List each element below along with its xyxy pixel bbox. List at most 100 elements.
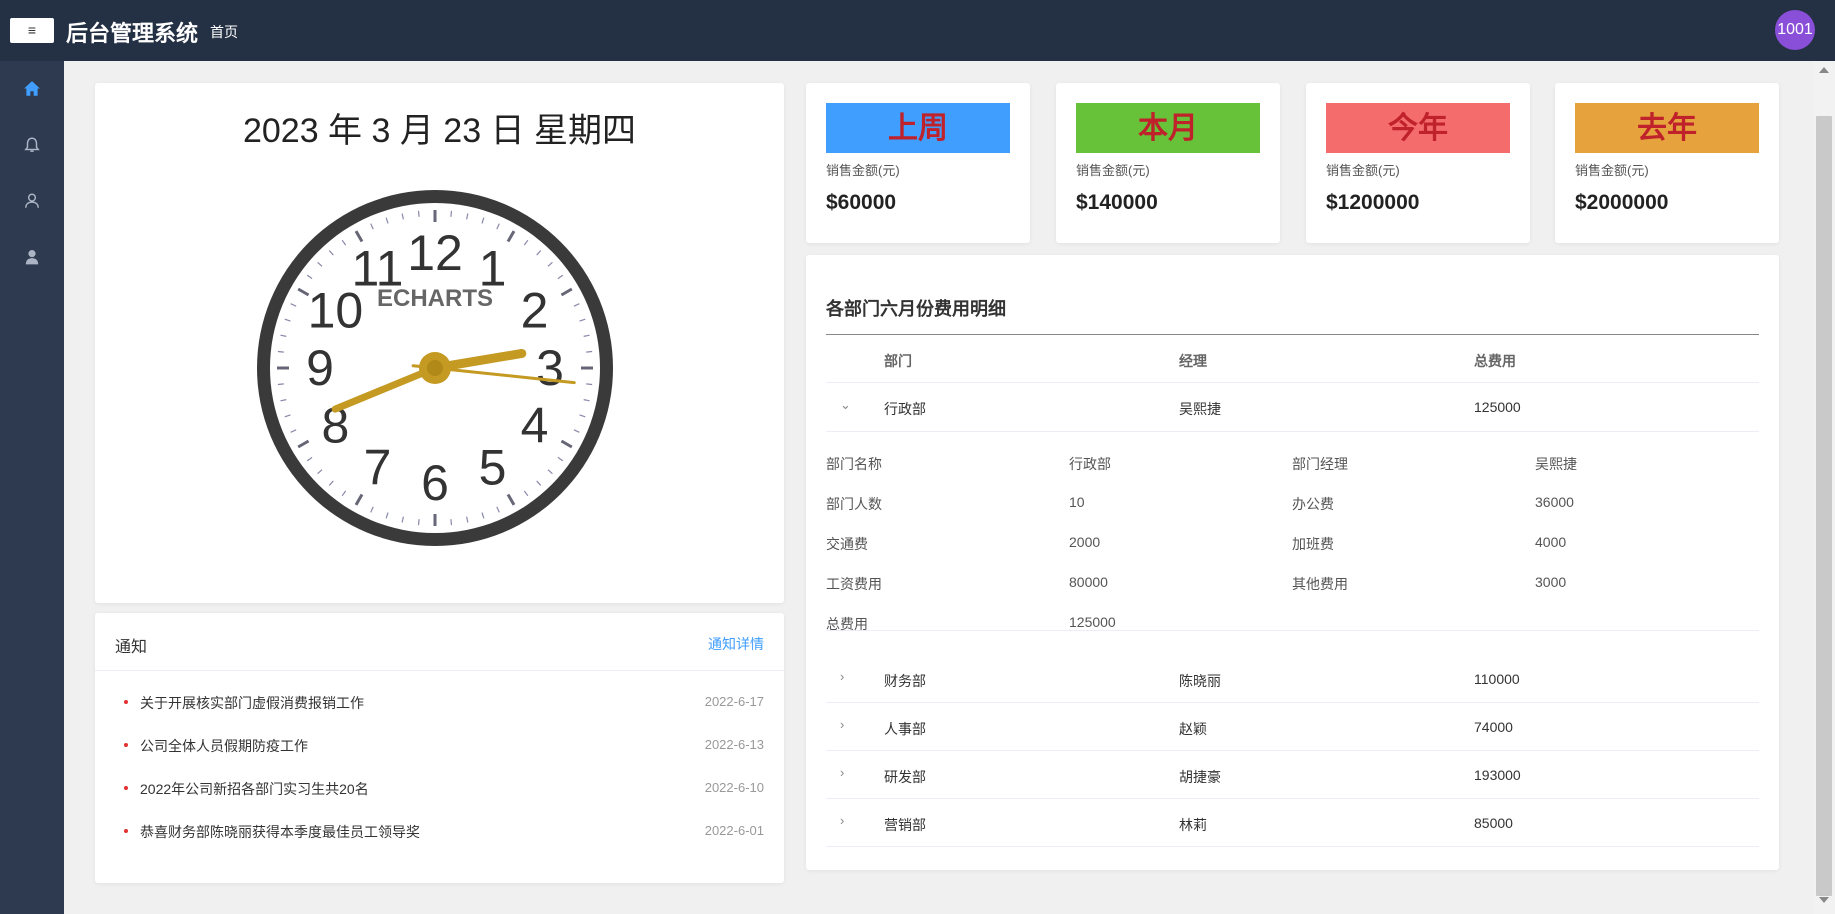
clock-center-dot <box>427 360 443 376</box>
clock-minute-tick <box>586 350 593 353</box>
cell-manager: 林莉 <box>1179 817 1207 833</box>
detail-value: 4000 <box>1535 534 1567 550</box>
clock-numeral: 4 <box>521 398 549 454</box>
stat-label: 销售金额(元) <box>1076 163 1150 178</box>
bullet-dot <box>124 700 128 704</box>
user-filled-icon <box>25 250 39 265</box>
detail-key: 其他费用 <box>1292 576 1348 592</box>
stat-badge: 本月 <box>1076 103 1260 153</box>
detail-value: 2000 <box>1069 534 1101 550</box>
stat-value: $1200000 <box>1326 191 1420 214</box>
cell-total: 74000 <box>1474 719 1513 735</box>
analog-clock: 12 1234567891011 ECHARTS <box>257 190 613 546</box>
bullet-dot <box>124 829 128 833</box>
stat-card-last-year: 去年 销售金额(元) $2000000 <box>1555 83 1779 243</box>
clock-minute-tick <box>277 350 284 353</box>
table-row[interactable]: › 研发部 胡捷豪 193000 <box>826 751 1759 799</box>
detail-value: 吴熙捷 <box>1535 456 1577 472</box>
column-header-dept: 部门 <box>884 353 912 369</box>
table-title: 各部门六月份费用明细 <box>826 299 1006 319</box>
page-scrollbar[interactable] <box>1813 61 1835 914</box>
notice-item[interactable]: 2022年公司新招各部门实习生共20名 2022-6-10 <box>95 779 784 822</box>
bullet-dot <box>124 743 128 747</box>
notice-title: 通知 <box>115 639 148 656</box>
detail-value: 36000 <box>1535 494 1574 510</box>
scroll-down-arrow-icon[interactable] <box>1819 897 1829 903</box>
expanded-details: 部门名称 行政部 部门经理 吴熙捷 部门人数 10 办公费 36000 交通费 … <box>826 431 1759 632</box>
notice-details-link[interactable]: 通知详情 <box>708 634 764 654</box>
home-icon <box>24 81 40 96</box>
detail-key: 交通费 <box>826 536 868 552</box>
clock-numeral: 2 <box>521 283 549 339</box>
detail-key: 工资费用 <box>826 576 882 592</box>
notice-item[interactable]: 恭喜财务部陈晓丽获得本季度最佳员工领导奖 2022-6-01 <box>95 822 784 865</box>
notice-header: 通知 通知详情 <box>95 613 784 671</box>
cell-manager: 吴熙捷 <box>1179 401 1221 417</box>
cell-total: 110000 <box>1474 671 1520 687</box>
bell-icon <box>24 137 40 152</box>
detail-value: 10 <box>1069 494 1085 510</box>
column-header-total: 总费用 <box>1474 353 1516 369</box>
cell-total: 85000 <box>1474 815 1513 831</box>
cell-dept: 行政部 <box>884 401 926 417</box>
stat-badge: 上周 <box>826 103 1010 153</box>
stat-label: 销售金额(元) <box>826 163 900 178</box>
detail-key: 加班费 <box>1292 536 1334 552</box>
clock-card: 2023 年 3 月 23 日 星期四 12 1 2 3 4 5 6 7 8 9 10 11 ECHA… <box>95 83 784 603</box>
sidebar <box>0 61 64 914</box>
notice-date: 2022-6-01 <box>704 823 764 838</box>
detail-key: 总费用 <box>826 616 868 632</box>
column-header-manager: 经理 <box>1179 353 1207 369</box>
user-icon <box>25 193 39 208</box>
chevron-right-icon[interactable]: › <box>840 717 844 732</box>
table-row[interactable]: › 人事部 赵颖 74000 <box>826 703 1759 751</box>
clock-numeral: 12 <box>407 225 463 281</box>
stat-value: $140000 <box>1076 191 1158 214</box>
sidebar-item-notifications[interactable] <box>0 117 64 173</box>
clock-minute-tick <box>586 383 593 386</box>
cell-manager: 胡捷豪 <box>1179 769 1221 785</box>
clock-numeral: 6 <box>421 455 449 511</box>
cell-total: 193000 <box>1474 767 1521 783</box>
clock-minute-tick <box>417 210 420 217</box>
clock-numeral: 3 <box>536 340 564 396</box>
breadcrumb-home[interactable]: 首页 <box>210 22 238 42</box>
menu-toggle-button[interactable]: ≡ <box>10 18 54 43</box>
table-row[interactable]: › 营销部 林莉 85000 <box>826 799 1759 847</box>
table-row[interactable]: › 财务部 陈晓丽 110000 <box>826 655 1759 703</box>
sidebar-item-home[interactable] <box>0 61 64 117</box>
notice-text: 恭喜财务部陈晓丽获得本季度最佳员工领导奖 <box>140 824 420 840</box>
user-avatar[interactable]: 1001 <box>1775 10 1815 50</box>
table-row-expanded[interactable]: ⌄ 行政部 吴熙捷 125000 <box>826 383 1759 431</box>
clock-minute-tick <box>277 383 284 386</box>
cell-manager: 赵颖 <box>1179 721 1207 737</box>
detail-value: 125000 <box>1069 614 1116 630</box>
notice-item[interactable]: 关于开展核实部门虚假消费报销工作 2022-6-17 <box>95 693 784 736</box>
notice-text: 2022年公司新招各部门实习生共20名 <box>140 781 369 797</box>
current-date: 2023 年 3 月 23 日 星期四 <box>242 112 637 150</box>
scrollbar-thumb[interactable] <box>1816 116 1832 896</box>
notice-date: 2022-6-10 <box>704 780 764 795</box>
cell-dept: 人事部 <box>884 721 926 737</box>
top-navbar: ≡ 后台管理系统 首页 1001 <box>0 0 1835 61</box>
clock-numeral: 7 <box>364 440 392 496</box>
stat-badge: 今年 <box>1326 103 1510 153</box>
stat-value: $60000 <box>826 191 897 214</box>
notice-text: 公司全体人员假期防疫工作 <box>140 738 308 754</box>
notice-date: 2022-6-13 <box>704 737 764 752</box>
chevron-right-icon[interactable]: › <box>840 765 844 780</box>
stat-card-this-year: 今年 销售金额(元) $1200000 <box>1306 83 1530 243</box>
app-title: 后台管理系统 <box>66 21 199 46</box>
detail-value: 80000 <box>1069 574 1108 590</box>
detail-key: 部门经理 <box>1292 456 1348 472</box>
chevron-right-icon[interactable]: › <box>840 669 844 684</box>
chevron-down-icon[interactable]: ⌄ <box>840 397 851 413</box>
sidebar-item-user[interactable] <box>0 173 64 229</box>
stat-label: 销售金额(元) <box>1326 163 1400 178</box>
chevron-right-icon[interactable]: › <box>840 813 844 828</box>
notice-item[interactable]: 公司全体人员假期防疫工作 2022-6-13 <box>95 736 784 779</box>
clock-minute-tick <box>417 519 420 526</box>
scroll-up-arrow-icon[interactable] <box>1819 67 1829 73</box>
sidebar-item-profile[interactable] <box>0 229 64 285</box>
notice-text: 关于开展核实部门虚假消费报销工作 <box>140 695 364 711</box>
